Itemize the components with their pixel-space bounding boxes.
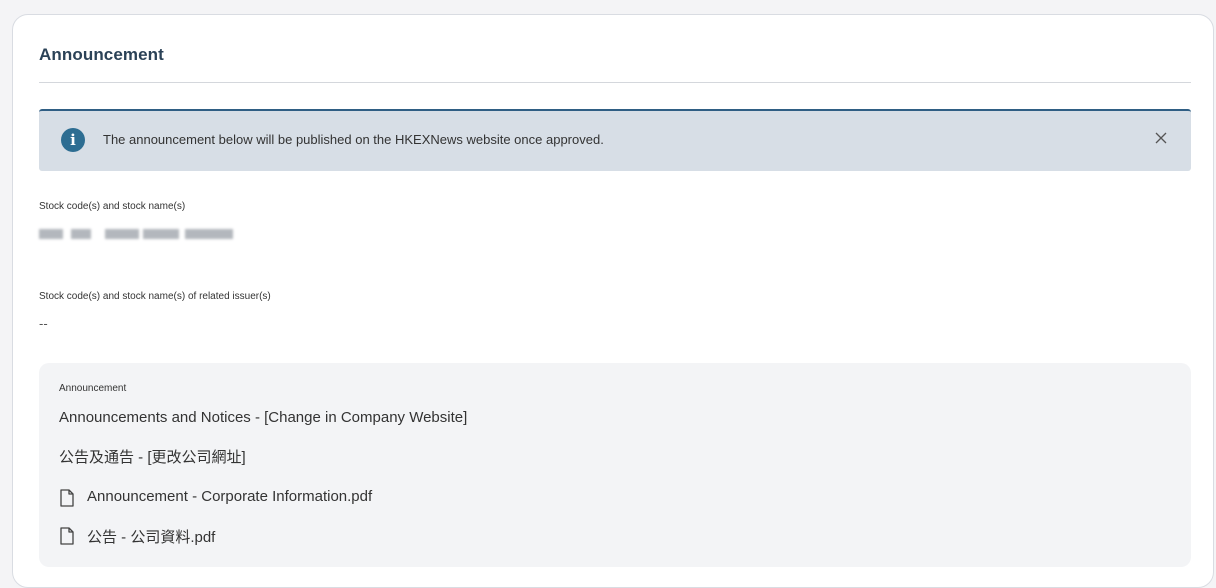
info-icon: i bbox=[61, 128, 85, 152]
info-message: The announcement below will be published… bbox=[103, 132, 604, 147]
file-icon bbox=[60, 527, 74, 545]
file-name[interactable]: 公告 - 公司資料.pdf bbox=[87, 526, 215, 547]
file-icon bbox=[60, 489, 74, 507]
close-icon[interactable] bbox=[1153, 130, 1169, 146]
headline-en: Announcements and Notices - [Change in C… bbox=[59, 409, 468, 426]
stock-value-redacted bbox=[39, 227, 245, 241]
announcement-label: Announcement bbox=[59, 383, 127, 394]
stock-label: Stock code(s) and stock name(s) bbox=[39, 201, 186, 212]
announcement-card: Announcement i The announcement below wi… bbox=[12, 14, 1214, 588]
headline-zh: 公告及通告 - [更改公司網址] bbox=[59, 449, 246, 466]
card-title: Announcement bbox=[39, 45, 164, 64]
related-issuer-label: Stock code(s) and stock name(s) of relat… bbox=[39, 291, 271, 302]
title-divider bbox=[39, 82, 1191, 83]
file-name[interactable]: Announcement - Corporate Information.pdf bbox=[87, 488, 372, 505]
related-issuer-value: -- bbox=[39, 316, 48, 331]
info-banner: i The announcement below will be publish… bbox=[39, 109, 1191, 171]
announcement-panel: Announcement Announcements and Notices -… bbox=[39, 363, 1191, 567]
